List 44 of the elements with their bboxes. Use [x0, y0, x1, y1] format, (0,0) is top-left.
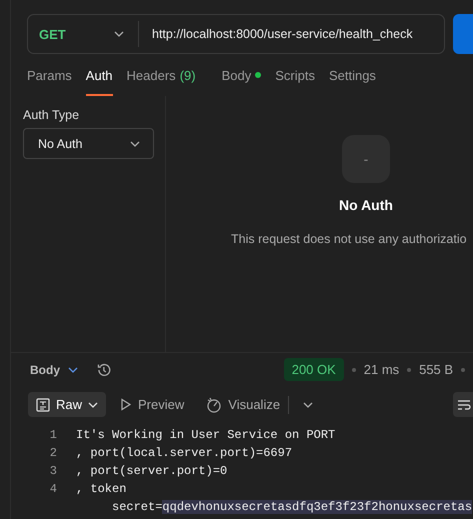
auth-title: No Auth	[339, 197, 393, 213]
tab[interactable]: Body	[222, 54, 262, 96]
separator-dot	[461, 368, 466, 372]
code-line: , port(server.port)=0	[76, 464, 228, 478]
auth-description: This request does not use any authorizatio	[231, 232, 467, 246]
document-icon	[36, 398, 50, 412]
tab[interactable]: Headers (9)	[126, 54, 196, 96]
response-view-dropdown[interactable]: Body	[30, 362, 78, 376]
play-icon	[120, 398, 132, 411]
line-number: 3	[48, 464, 58, 478]
auth-type-dropdown[interactable]: No Auth	[23, 128, 154, 159]
history-icon[interactable]	[96, 362, 112, 378]
response-time: 21 ms	[364, 362, 400, 377]
chevron-icon	[130, 140, 140, 146]
method-dropdown[interactable]: GET	[28, 15, 138, 53]
chevron-icon	[114, 31, 124, 37]
visualize-icon	[206, 396, 222, 412]
auth-icon: -	[342, 135, 390, 183]
code-line: It's Working in User Service on PORT	[76, 428, 336, 442]
view-mode-tab[interactable]: Preview	[112, 392, 192, 417]
selected-text: qqdevhonuxsecretasdfq3ef3f23f2honuxsecretas	[162, 500, 472, 514]
code-line: , port(local.server.port)=6697	[76, 446, 292, 460]
url-field[interactable]: GET http://localhost:8000/user-service/health_check	[27, 14, 446, 54]
separator-dot	[352, 368, 356, 372]
view-mode-tab[interactable]: Visualize	[198, 392, 288, 417]
line-number: 2	[48, 446, 58, 460]
tab[interactable]: Auth	[86, 54, 113, 96]
line-number: 4	[48, 482, 58, 496]
chevron-icon	[303, 402, 314, 408]
auth-type-label: Auth Type	[23, 108, 80, 122]
line-number: 1	[48, 428, 58, 442]
tab[interactable]: Params	[27, 54, 72, 96]
wrap-lines-button[interactable]	[453, 392, 473, 417]
status-badge: 200 OK	[284, 358, 344, 381]
chevron-icon	[88, 402, 98, 408]
chevron-icon	[68, 366, 78, 372]
code-text: secret=	[112, 500, 162, 514]
wrap-icon	[457, 398, 471, 410]
response-size: 555 B	[419, 362, 454, 377]
code-line: , token	[76, 482, 126, 496]
tab[interactable]: Settings	[328, 54, 376, 96]
view-mode-tab[interactable]: Raw	[28, 392, 106, 417]
tab[interactable]: Scripts	[275, 54, 315, 96]
separator-dot	[407, 368, 412, 372]
